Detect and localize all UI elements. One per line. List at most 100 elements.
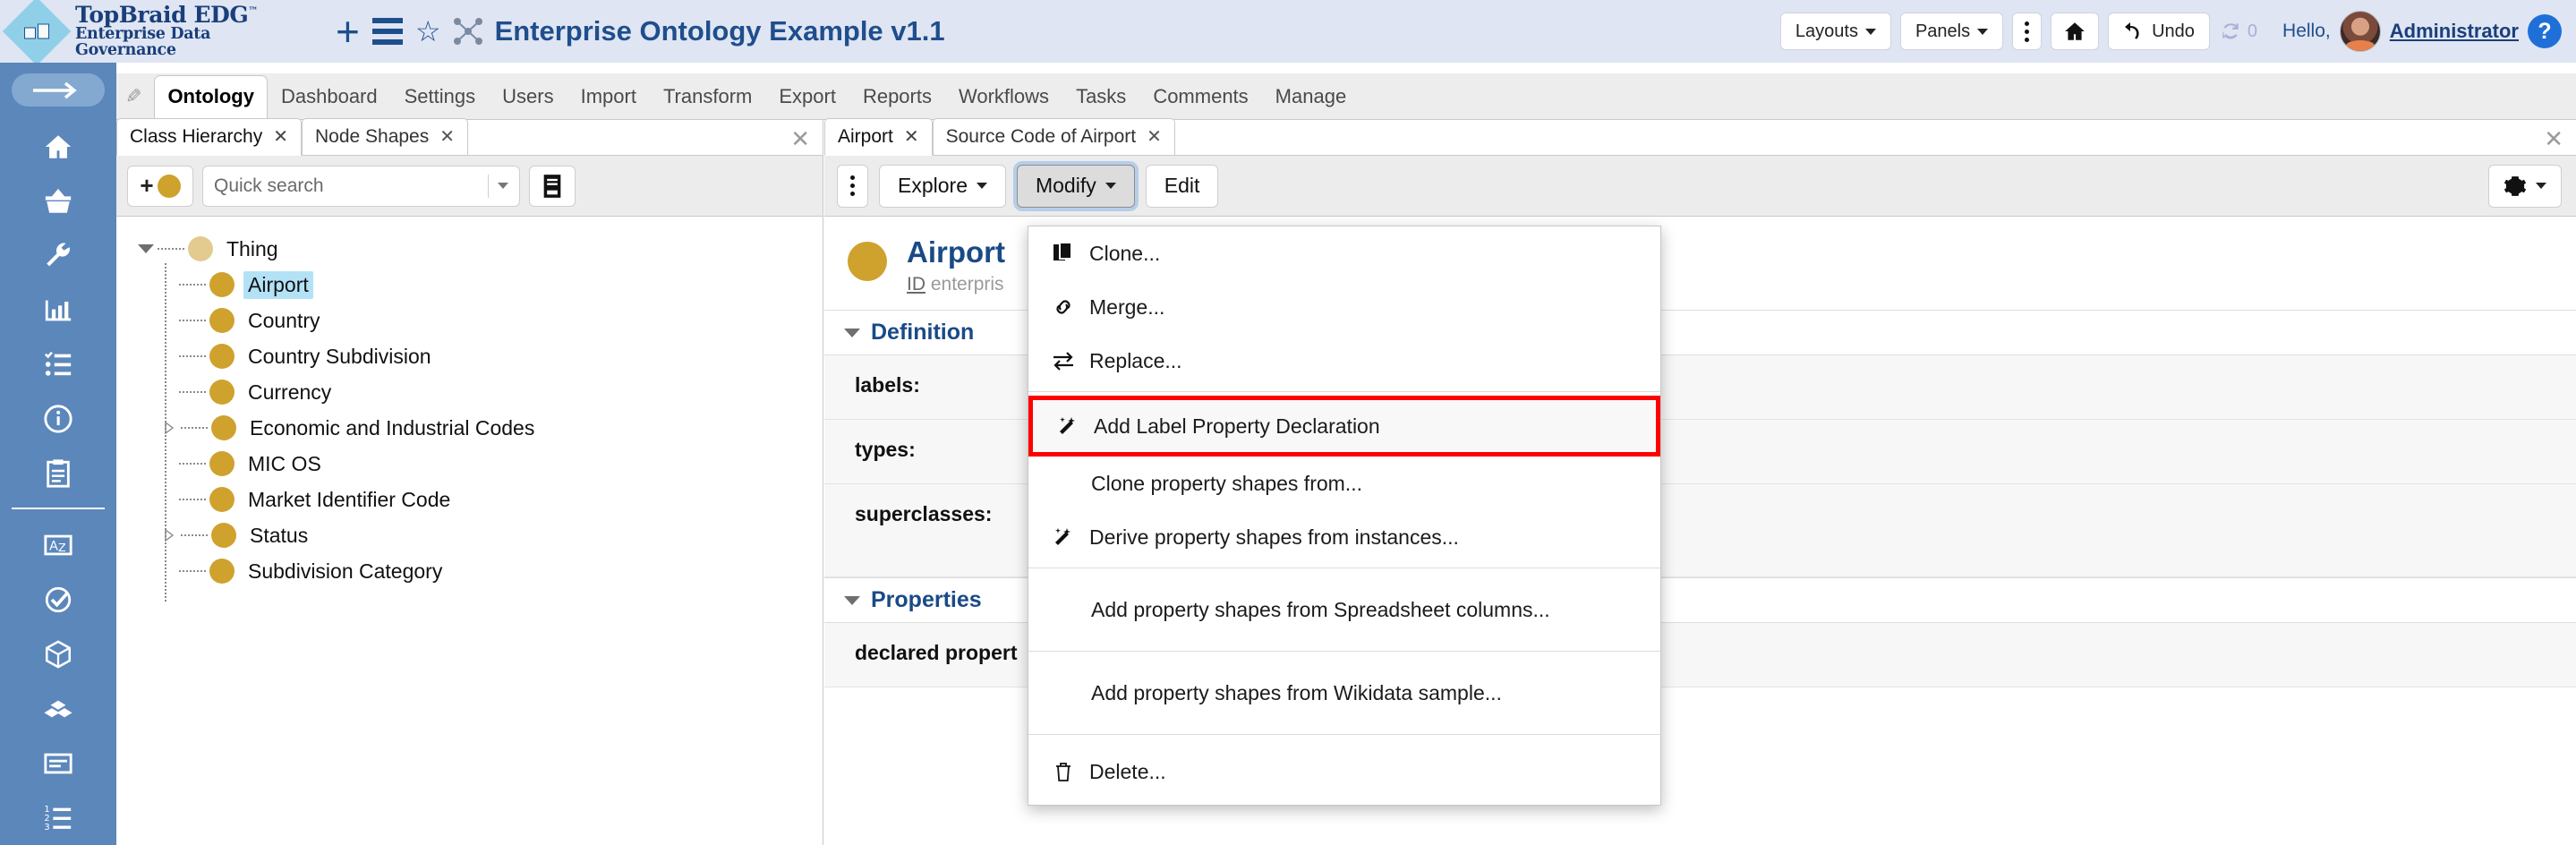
class-node-icon [209,451,235,476]
close-icon[interactable]: ✕ [439,125,455,148]
chevron-down-icon[interactable] [498,183,508,189]
menu-item-add-property-shapes-from-wikidata-sample[interactable]: Add property shapes from Wikidata sample… [1028,655,1660,730]
tree-node-status[interactable]: Status [138,517,823,553]
menu-item-clone[interactable]: Clone... [1028,226,1660,280]
close-icon[interactable]: ✕ [1147,125,1162,148]
undo-button[interactable]: Undo [2108,13,2210,50]
panel-tab-airport[interactable]: Airport ✕ [824,118,933,156]
tab-settings[interactable]: Settings [391,75,490,119]
main-more-options-button[interactable] [837,165,868,208]
chevron-down-icon [1977,29,1988,35]
home-icon [2063,20,2086,43]
tab-export[interactable]: Export [765,75,849,119]
menu-item-label: Add Label Property Declaration [1094,414,1380,439]
tab-tasks[interactable]: Tasks [1062,75,1139,119]
tree-node-label: MIC OS [243,450,326,478]
rail-bar-chart-icon[interactable] [30,283,87,337]
close-icon[interactable]: ✕ [904,125,919,148]
entity-id-value: enterpris [931,274,1004,294]
more-options-button[interactable] [2012,13,2042,50]
add-class-button[interactable]: + [127,166,193,207]
tree-node-subdivision-category[interactable]: Subdivision Category [138,553,823,589]
tab-dashboard[interactable]: Dashboard [268,75,391,119]
menu-item-replace[interactable]: Replace... [1028,334,1660,388]
explore-button[interactable]: Explore [879,165,1006,208]
home-button[interactable] [2051,13,2099,50]
tree-node-label: Country [243,307,325,335]
tree-node-airport[interactable]: Airport [138,267,823,303]
tree-node-country-subdivision[interactable]: Country Subdivision [138,338,823,374]
tab-users[interactable]: Users [489,75,567,119]
panel-tab-node-shapes[interactable]: Node Shapes ✕ [302,118,468,156]
search-input[interactable] [214,175,479,197]
expand-collapse-icon[interactable] [161,420,177,436]
tab-manage[interactable]: Manage [1262,75,1361,119]
undo-icon [2123,21,2145,42]
settings-button[interactable] [2488,165,2562,208]
rail-wrench-icon[interactable] [30,228,87,283]
panel-tab-label: Source Code of Airport [946,126,1136,148]
close-icon[interactable]: ✕ [273,125,288,148]
expand-collapse-icon[interactable] [161,527,177,543]
tree-node-economic-and-industrial-codes[interactable]: Economic and Industrial Codes [138,410,823,446]
sync-status[interactable]: 0 [2219,20,2257,43]
edit-button[interactable]: Edit [1146,165,1219,208]
menu-item-clone-property-shapes-from[interactable]: Clone property shapes from... [1028,457,1660,510]
plus-icon[interactable]: + [336,17,360,46]
brand-trademark: ™ [248,5,258,17]
rail-basket-icon[interactable] [30,174,87,228]
rail-home-icon[interactable] [30,119,87,174]
tab-import[interactable]: Import [567,75,650,119]
tree-node-mic-os[interactable]: MIC OS [138,446,823,482]
book-view-button[interactable] [529,166,576,207]
rail-check-circle-icon[interactable] [30,573,87,627]
tab-comments[interactable]: Comments [1139,75,1261,119]
tree-node-thing[interactable]: Thing [138,231,823,267]
user-name-link[interactable]: Administrator [2390,20,2519,43]
rail-form-icon[interactable] [30,736,87,790]
menu-item-merge[interactable]: Merge... [1028,280,1660,334]
left-panel-close-icon[interactable]: ✕ [790,125,810,153]
section-label: Properties [871,587,982,613]
menu-item-add-property-shapes-from-spreadsheet-columns[interactable]: Add property shapes from Spreadsheet col… [1028,572,1660,647]
main-panel-close-icon[interactable]: ✕ [2544,125,2563,153]
hamburger-menu-icon[interactable] [372,18,403,45]
arrow-right-icon[interactable] [12,73,105,107]
rail-cube-icon[interactable] [30,627,87,681]
tab-workflows[interactable]: Workflows [945,75,1062,119]
quick-search-box[interactable] [202,166,520,207]
panels-label: Panels [1915,21,1970,42]
application-window: TopBraid EDG™ Enterprise Data Governance… [0,0,2576,845]
menu-item-derive-property-shapes-from-instances[interactable]: Derive property shapes from instances... [1028,510,1660,564]
rail-info-icon[interactable] [30,392,87,447]
modify-button[interactable]: Modify [1017,165,1135,208]
layouts-button[interactable]: Layouts [1780,13,1891,50]
tab-transform[interactable]: Transform [650,75,765,119]
rail-clipboard-icon[interactable] [30,447,87,501]
panels-button[interactable]: Panels [1900,13,2003,50]
rail-numbered-list-icon[interactable]: 123 [30,790,87,845]
expand-collapse-icon[interactable] [138,241,154,257]
chevron-down-icon [2536,183,2546,189]
tab-reports[interactable]: Reports [849,75,945,119]
tree-node-currency[interactable]: Currency [138,374,823,410]
menu-item-delete[interactable]: Delete... [1028,738,1660,805]
menu-divider [1028,734,1660,735]
class-node-icon [209,487,235,512]
pencil-icon[interactable]: ✎ [116,85,154,119]
star-icon[interactable]: ☆ [415,17,441,46]
rail-az-glossary-icon[interactable]: AZ [30,518,87,573]
panel-tab-class-hierarchy[interactable]: Class Hierarchy ✕ [116,118,302,156]
panel-tab-source-code-of-airport[interactable]: Source Code of Airport ✕ [933,118,1175,156]
section-label: Definition [871,320,974,346]
graph-network-icon[interactable] [454,17,482,46]
tree-node-country[interactable]: Country [138,303,823,338]
rail-checklist-icon[interactable] [30,337,87,392]
avatar[interactable] [2340,11,2381,52]
tree-node-market-identifier-code[interactable]: Market Identifier Code [138,482,823,517]
rail-blocks-icon[interactable] [30,681,87,736]
menu-item-label: Add property shapes from Wikidata sample… [1091,681,1502,705]
help-icon[interactable]: ? [2528,14,2562,48]
menu-item-add-label-property-declaration[interactable]: Add Label Property Declaration [1033,400,1656,452]
tab-ontology[interactable]: Ontology [154,75,268,120]
